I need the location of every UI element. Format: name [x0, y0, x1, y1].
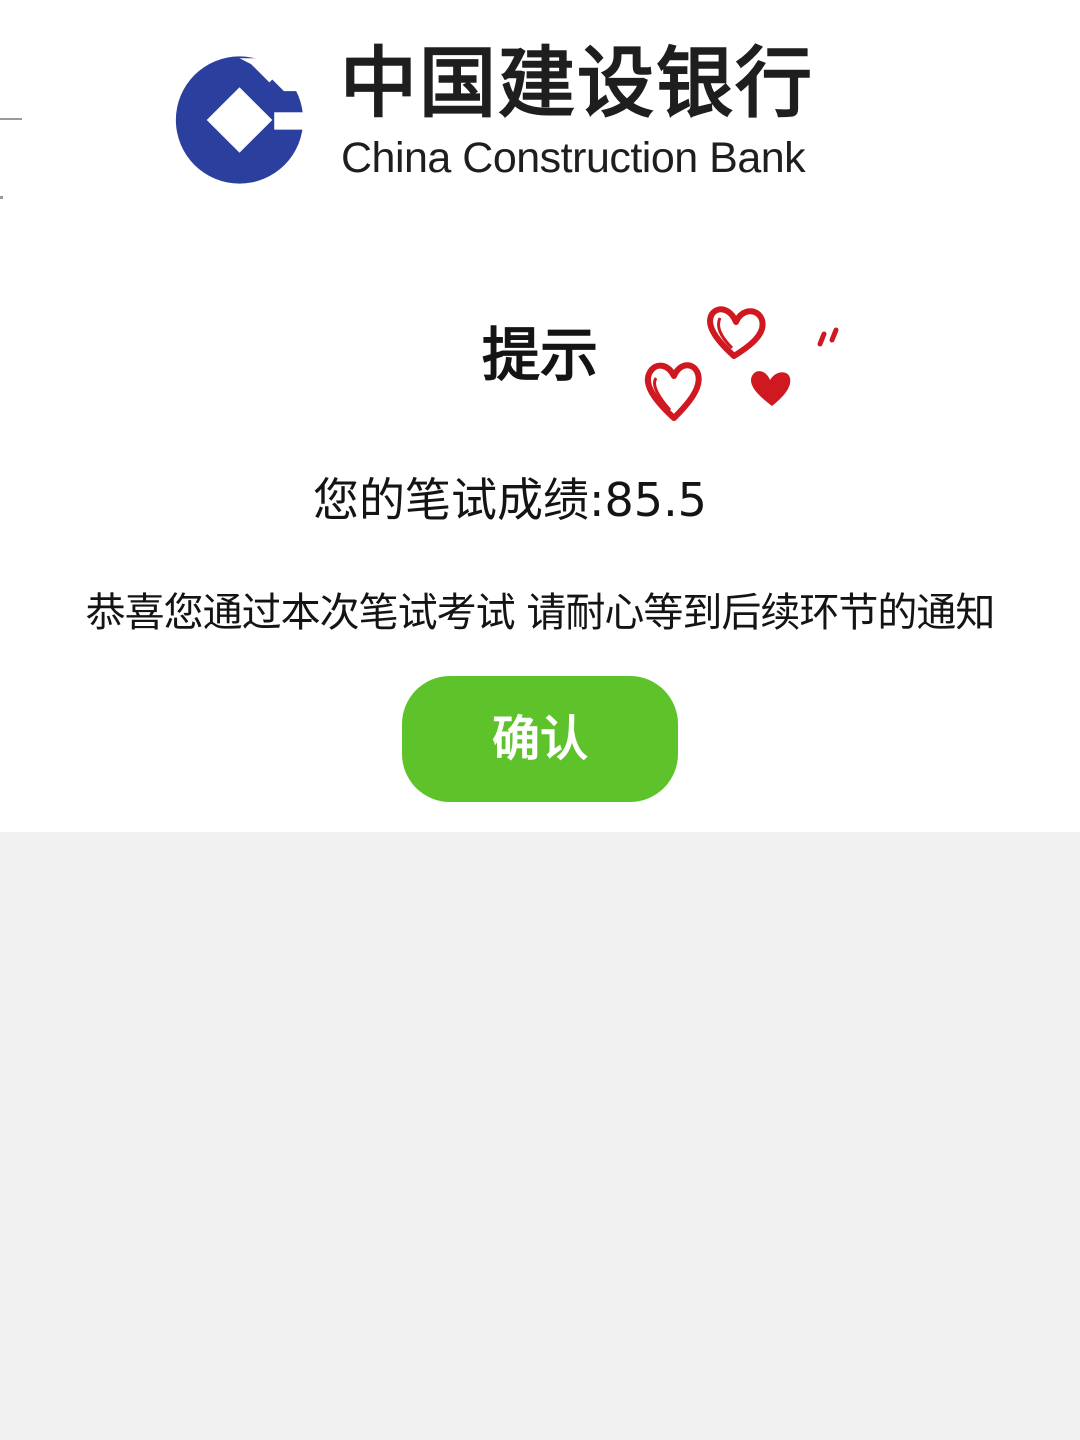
dialog-panel: 中国建设银行 China Construction Bank 提示 您的笔试成绩…: [0, 0, 1080, 832]
ccb-logo-icon: [175, 56, 307, 184]
ccb-logo: 中国建设银行 China Construction Bank: [160, 40, 950, 200]
bank-name-english: China Construction Bank: [341, 134, 806, 182]
edge-mark: [0, 118, 22, 120]
bank-name-chinese: 中国建设银行: [340, 40, 814, 129]
score-label: 您的笔试成绩:: [313, 473, 605, 527]
edge-mark: [0, 196, 3, 199]
score-line: 您的笔试成绩:85.5: [0, 472, 1020, 528]
score-value: 85.5: [604, 473, 707, 527]
hearts-icon: [644, 306, 839, 421]
confirm-button[interactable]: 确认: [402, 676, 678, 802]
notification-message: 恭喜您通过本次笔试考试 请耐心等到后续环节的通知: [85, 590, 996, 636]
dialog-title: 提示: [481, 321, 598, 389]
